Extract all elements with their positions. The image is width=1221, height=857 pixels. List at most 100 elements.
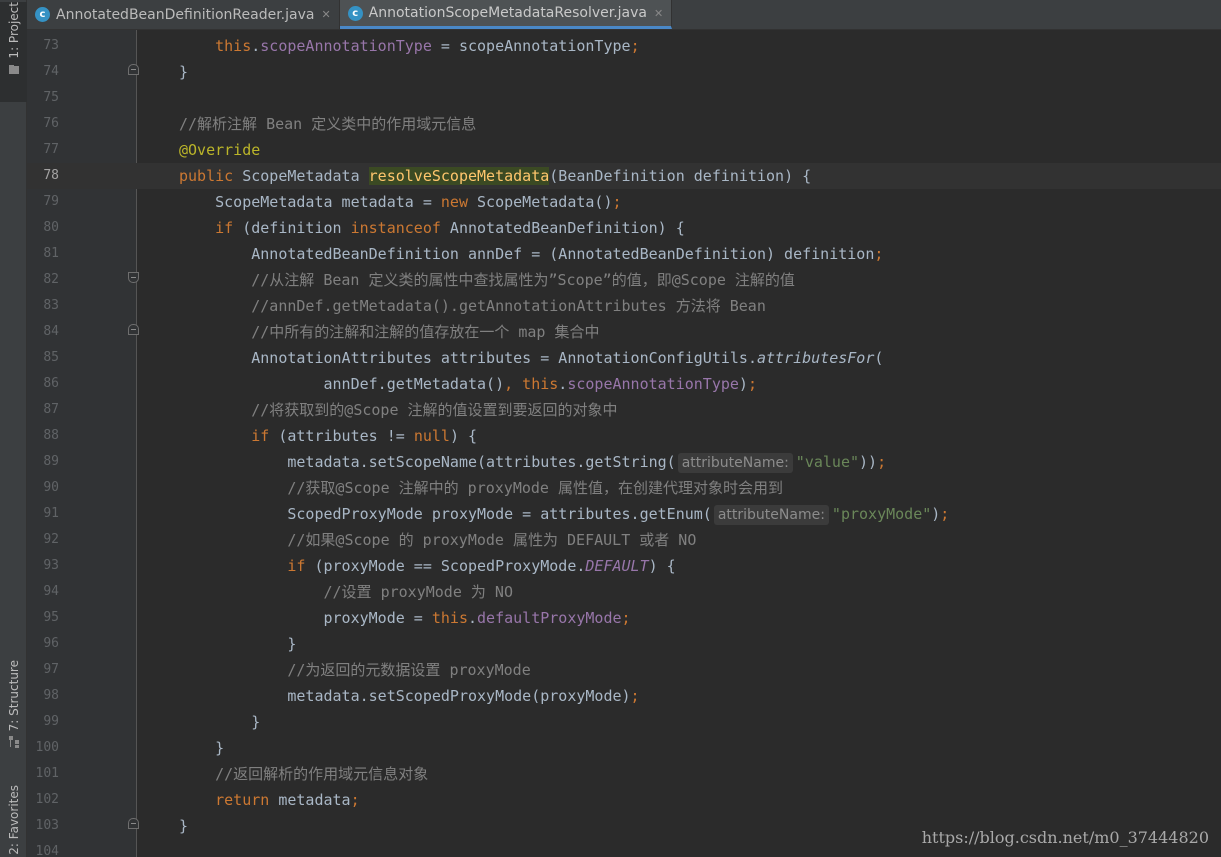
code-line: 77 @Override bbox=[27, 137, 1221, 163]
code-text: if (proxyMode == ScopedProxyMode.DEFAULT… bbox=[287, 557, 676, 575]
code-line: 96 } bbox=[27, 631, 1221, 657]
code-line: 92 //如果@Scope 的 proxyMode 属性为 DEFAULT 或者… bbox=[27, 527, 1221, 553]
class-icon: c bbox=[347, 5, 363, 21]
line-number: 77 bbox=[43, 142, 59, 157]
code-line: 74} bbox=[27, 59, 1221, 85]
code-line: 97 //为返回的元数据设置 proxyMode bbox=[27, 657, 1221, 683]
line-number: 73 bbox=[43, 38, 59, 53]
tab-label: AnnotationScopeMetadataResolver.java bbox=[368, 5, 648, 21]
code-text: //annDef.getMetadata().getAnnotationAttr… bbox=[251, 297, 766, 315]
code-line: 93 if (proxyMode == ScopedProxyMode.DEFA… bbox=[27, 553, 1221, 579]
code-text: public ScopeMetadata resolveScopeMetadat… bbox=[179, 167, 812, 185]
structure-tool-button[interactable]: 7: Structure bbox=[0, 660, 27, 765]
line-number: 83 bbox=[43, 298, 59, 313]
line-number: 95 bbox=[43, 610, 59, 625]
line-number: 88 bbox=[43, 428, 59, 443]
line-number: 97 bbox=[43, 662, 59, 677]
line-number: 98 bbox=[43, 688, 59, 703]
code-line: 100 } bbox=[27, 735, 1221, 761]
code-line: 87 //将获取到的@Scope 注解的值设置到要返回的对象中 bbox=[27, 397, 1221, 423]
inlay-hint: attributeName: bbox=[677, 453, 793, 473]
folder-icon bbox=[8, 64, 19, 74]
code-text: } bbox=[179, 63, 189, 81]
editor-tab-bar: c AnnotatedBeanDefinitionReader.java ✕ c… bbox=[27, 0, 1221, 30]
line-number: 91 bbox=[43, 506, 59, 521]
line-number: 92 bbox=[43, 532, 59, 547]
code-line: 94 //设置 proxyMode 为 NO bbox=[27, 579, 1221, 605]
line-number: 82 bbox=[43, 272, 59, 287]
code-text: if (attributes != null) { bbox=[251, 427, 478, 445]
code-line: 86 annDef.getMetadata(), this.scopeAnnot… bbox=[27, 371, 1221, 397]
line-number: 89 bbox=[43, 454, 59, 469]
line-number: 80 bbox=[43, 220, 59, 235]
line-number: 103 bbox=[35, 818, 59, 833]
line-number: 104 bbox=[35, 844, 59, 857]
code-line: 76 //解析注解 Bean 定义类中的作用域元信息 bbox=[27, 111, 1221, 137]
favorites-tool-button[interactable]: 2: Favorites bbox=[0, 785, 27, 857]
code-text: //解析注解 Bean 定义类中的作用域元信息 bbox=[179, 115, 477, 133]
code-line: 75 bbox=[27, 85, 1221, 111]
code-line: 83 //annDef.getMetadata().getAnnotationA… bbox=[27, 293, 1221, 319]
tab-annotated-bean-definition-reader[interactable]: c AnnotatedBeanDefinitionReader.java ✕ bbox=[27, 0, 340, 29]
code-text: return metadata; bbox=[215, 791, 360, 809]
code-line: 84 //中所有的注解和注解的值存放在一个 map 集合中 bbox=[27, 319, 1221, 345]
project-tool-label: 1: Project bbox=[6, 2, 21, 59]
inlay-hint: attributeName: bbox=[713, 505, 829, 525]
code-text: //从注解 Bean 定义类的属性中查找属性为”Scope”的值，即@Scope… bbox=[251, 271, 795, 289]
code-line: 98 metadata.setScopedProxyMode(proxyMode… bbox=[27, 683, 1221, 709]
tab-label: AnnotatedBeanDefinitionReader.java bbox=[56, 6, 315, 23]
code-text: annDef.getMetadata(), this.scopeAnnotati… bbox=[179, 375, 757, 393]
structure-tool-label: 7: Structure bbox=[6, 660, 21, 732]
code-text: AnnotatedBeanDefinition annDef = (Annota… bbox=[179, 245, 884, 263]
code-text: if (definition instanceof AnnotatedBeanD… bbox=[215, 219, 685, 237]
line-number: 100 bbox=[35, 740, 59, 755]
code-text: proxyMode = this.defaultProxyMode; bbox=[179, 609, 631, 627]
line-number: 79 bbox=[43, 194, 59, 209]
structure-icon bbox=[8, 736, 19, 749]
code-line: 82 //从注解 Bean 定义类的属性中查找属性为”Scope”的值，即@Sc… bbox=[27, 267, 1221, 293]
line-number: 99 bbox=[43, 714, 59, 729]
code-text: ScopedProxyMode proxyMode = attributes.g… bbox=[179, 505, 950, 525]
project-tool-button[interactable]: 1: Project bbox=[0, 2, 27, 102]
code-text: //设置 proxyMode 为 NO bbox=[323, 583, 514, 601]
code-text: //如果@Scope 的 proxyMode 属性为 DEFAULT 或者 NO bbox=[287, 531, 697, 549]
line-number: 102 bbox=[35, 792, 59, 807]
line-number: 81 bbox=[43, 246, 59, 261]
tool-window-strip: 1: Project 7: Structure 2: Favorites bbox=[0, 0, 27, 857]
code-line: 102 return metadata; bbox=[27, 787, 1221, 813]
code-text: AnnotationAttributes attributes = Annota… bbox=[179, 349, 884, 367]
line-number: 78 bbox=[43, 168, 59, 183]
code-text: metadata.setScopeName(attributes.getStri… bbox=[179, 453, 887, 473]
code-line: 99 } bbox=[27, 709, 1221, 735]
code-text: //返回解析的作用域元信息对象 bbox=[215, 765, 429, 783]
code-line: 85 AnnotationAttributes attributes = Ann… bbox=[27, 345, 1221, 371]
line-number: 90 bbox=[43, 480, 59, 495]
class-icon: c bbox=[35, 7, 50, 22]
code-text: } bbox=[179, 739, 225, 757]
line-number: 86 bbox=[43, 376, 59, 391]
code-text: } bbox=[179, 817, 189, 835]
code-line-current: 78 public ScopeMetadata resolveScopeMetad… bbox=[27, 163, 1221, 189]
code-text: @Override bbox=[179, 141, 261, 159]
close-icon[interactable]: ✕ bbox=[654, 7, 663, 20]
tab-annotation-scope-metadata-resolver[interactable]: c AnnotationScopeMetadataResolver.java ✕ bbox=[339, 0, 673, 29]
code-editor[interactable]: 73 this.scopeAnnotationType = scopeAnnot… bbox=[27, 33, 1221, 857]
code-line: 95 proxyMode = this.defaultProxyMode; bbox=[27, 605, 1221, 631]
close-icon[interactable]: ✕ bbox=[321, 8, 330, 21]
code-line: 89 metadata.setScopeName(attributes.getS… bbox=[27, 449, 1221, 475]
line-number: 101 bbox=[35, 766, 59, 781]
code-text: //将获取到的@Scope 注解的值设置到要返回的对象中 bbox=[251, 401, 618, 419]
code-line: 90 //获取@Scope 注解中的 proxyMode 属性值，在创建代理对象… bbox=[27, 475, 1221, 501]
code-text: //获取@Scope 注解中的 proxyMode 属性值，在创建代理对象时会用… bbox=[287, 479, 783, 497]
line-number: 85 bbox=[43, 350, 59, 365]
code-line: 73 this.scopeAnnotationType = scopeAnnot… bbox=[27, 33, 1221, 59]
line-number: 75 bbox=[43, 90, 59, 105]
code-text: } bbox=[179, 635, 297, 653]
code-text: //为返回的元数据设置 proxyMode bbox=[287, 661, 531, 679]
line-number: 74 bbox=[43, 64, 59, 79]
code-text: this.scopeAnnotationType = scopeAnnotati… bbox=[215, 37, 640, 55]
line-number: 93 bbox=[43, 558, 59, 573]
code-line: 91 ScopedProxyMode proxyMode = attribute… bbox=[27, 501, 1221, 527]
line-number: 94 bbox=[43, 584, 59, 599]
line-number: 84 bbox=[43, 324, 59, 339]
